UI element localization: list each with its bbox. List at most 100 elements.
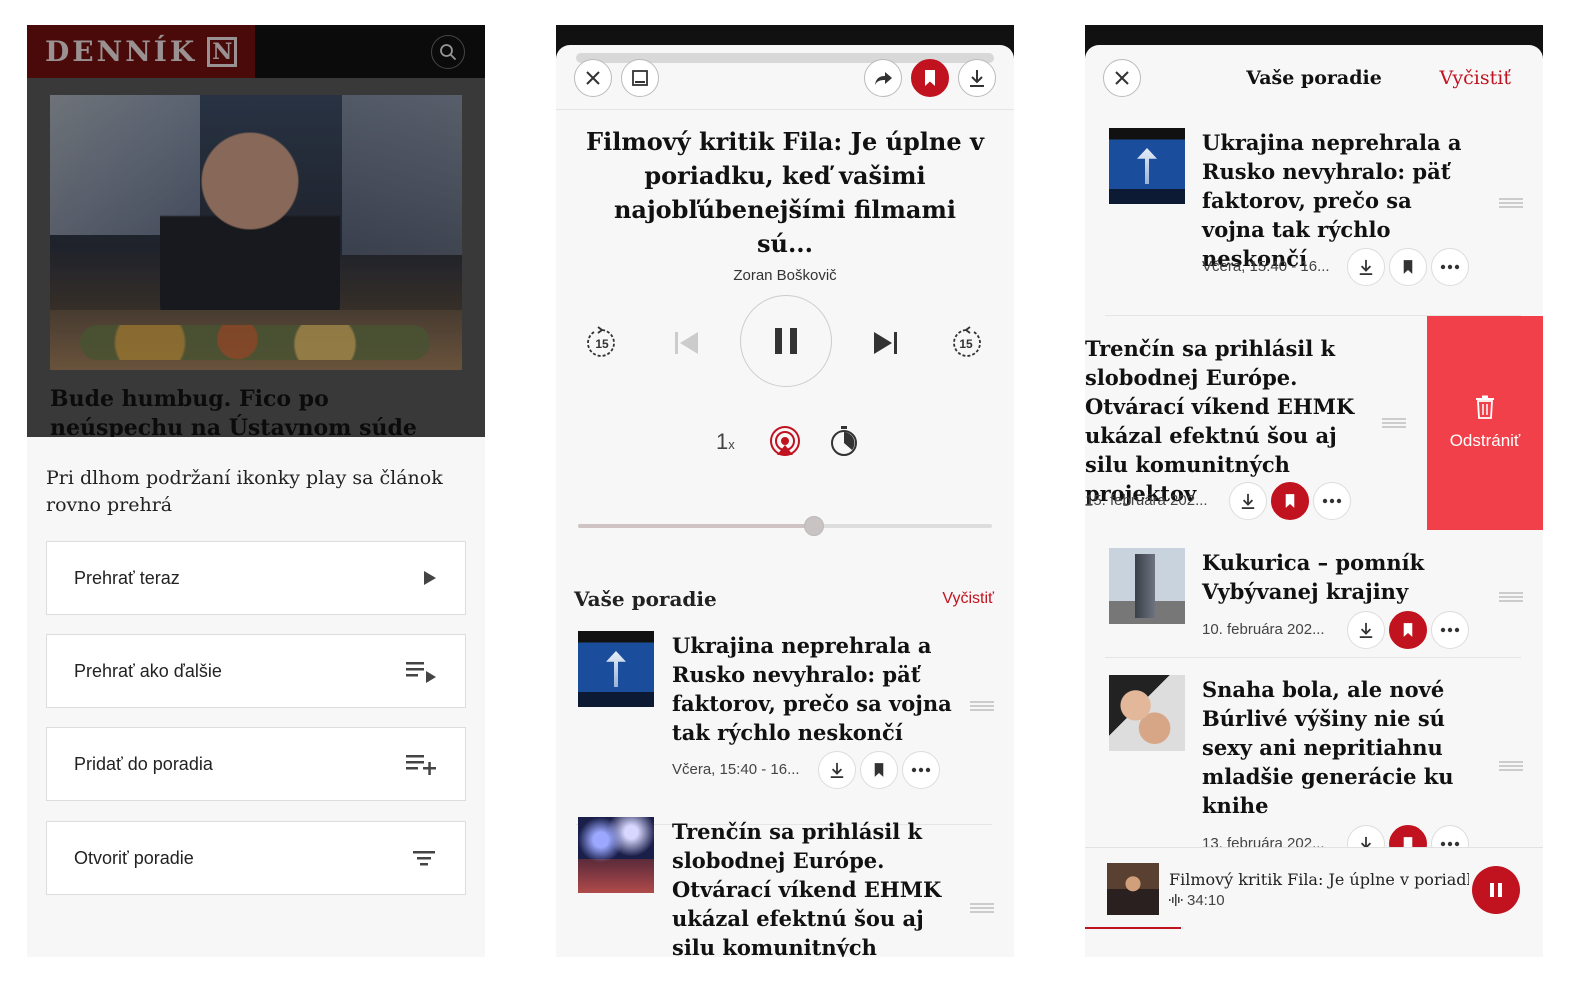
more-icon (1322, 498, 1342, 504)
download-icon (1359, 259, 1373, 275)
item-download-button[interactable] (1347, 611, 1385, 649)
download-icon (1241, 493, 1255, 509)
item-title: Snaha bola, ale nové Búrlivé výšiny nie … (1202, 677, 1454, 818)
play-next-icon (406, 662, 436, 683)
forward-15-icon: 15 (953, 326, 981, 357)
previous-button[interactable] (668, 325, 704, 361)
more-icon (1440, 627, 1460, 633)
timer-icon (831, 426, 857, 456)
speed-value: 1 (716, 429, 729, 454)
item-bookmark-button[interactable] (1389, 611, 1427, 649)
item-divider (1105, 657, 1521, 658)
item-bookmark-button[interactable] (860, 751, 898, 789)
share-button[interactable] (864, 59, 902, 97)
queue-icon (413, 851, 435, 866)
drag-handle-icon[interactable] (970, 701, 994, 711)
queue-heading: Vaše poradie (574, 587, 717, 611)
item-bookmark-button[interactable] (1271, 482, 1309, 520)
player-panel: Filmový kritik Fila: Je úplne v poriadku… (556, 45, 1014, 957)
close-icon (586, 71, 600, 85)
pause-icon (1490, 883, 1502, 897)
item-title: Trenčín sa prihlásil k slobodnej Európe.… (672, 819, 942, 957)
player-screen: Filmový kritik Fila: Je úplne v poriadku… (556, 25, 1014, 957)
download-button[interactable] (958, 59, 996, 97)
toolbar-divider (556, 109, 1014, 110)
item-title: Kukurica – pomník Vybývanej krajiny (1202, 550, 1425, 604)
item-meta: Včera, 15:40 - 16... (1202, 258, 1330, 275)
speed-button[interactable]: 1x (716, 429, 735, 455)
pause-button[interactable] (740, 295, 832, 387)
item-meta: Včera, 15:40 - 16... (672, 761, 800, 778)
item-meta: 10. februára 202... (1202, 621, 1325, 638)
option-label: Otvoriť poradie (74, 847, 194, 868)
item-thumbnail (1109, 548, 1185, 624)
bookmark-icon (1285, 494, 1295, 508)
item-more-button[interactable] (1431, 611, 1469, 649)
close-button[interactable] (574, 59, 612, 97)
minimize-icon (632, 70, 648, 86)
option-label: Prehrať teraz (74, 567, 180, 588)
add-to-queue-option[interactable]: Pridať do poradia (46, 727, 466, 801)
mini-player-title: Filmový kritik Fila: Je úplne v poriadk.… (1169, 870, 1469, 889)
article-screen: Bude humbug. Fico po neúspechu na Ústavn… (27, 25, 485, 957)
bookmark-icon (925, 70, 935, 86)
item-more-button[interactable] (902, 751, 940, 789)
drag-handle-icon[interactable] (1499, 592, 1523, 602)
remove-button[interactable]: Odstrániť (1427, 316, 1543, 530)
minimize-button[interactable] (621, 59, 659, 97)
sheet-hint: Pri dlhom podržaní ikonky play sa článok… (46, 467, 443, 516)
episode-title: Filmový kritik Fila: Je úplne v poriadku… (586, 127, 984, 258)
pause-icon (775, 328, 797, 354)
next-button[interactable] (868, 325, 904, 361)
mini-player[interactable]: Filmový kritik Fila: Je úplne v poriadk.… (1085, 847, 1543, 929)
drag-handle-icon[interactable] (1499, 761, 1523, 771)
mini-player-pause-button[interactable] (1472, 866, 1520, 914)
airplay-button[interactable] (767, 423, 803, 459)
more-icon (1440, 264, 1460, 270)
skip-back-button[interactable]: 15 (582, 323, 622, 363)
item-bookmark-button[interactable] (1389, 248, 1427, 286)
queue-clear-button[interactable]: Vyčistiť (942, 590, 994, 608)
item-thumbnail (578, 631, 654, 707)
skip-forward-label: 15 (959, 337, 973, 351)
play-next-option[interactable]: Prehrať ako ďalšie (46, 634, 466, 708)
speed-suffix: x (728, 437, 735, 452)
waveform-icon (1169, 894, 1183, 906)
option-label: Pridať do poradia (74, 753, 213, 774)
play-now-option[interactable]: Prehrať teraz (46, 541, 466, 615)
item-download-button[interactable] (818, 751, 856, 789)
download-icon (970, 70, 984, 87)
mini-player-time-value: 34:10 (1187, 892, 1225, 909)
more-icon (911, 767, 931, 773)
sleep-timer-button[interactable] (826, 423, 862, 459)
skip-forward-button[interactable]: 15 (946, 323, 986, 363)
queue-clear-button[interactable]: Vyčistiť (1439, 67, 1511, 89)
add-queue-icon (406, 755, 436, 775)
mini-player-time: 34:10 (1169, 892, 1225, 909)
queue-panel: Vaše poradie Vyčistiť Ukrajina neprehral… (1085, 45, 1543, 957)
bookmark-icon (1403, 623, 1413, 637)
bookmark-icon (874, 763, 884, 777)
drag-handle-icon[interactable] (1499, 198, 1523, 208)
mini-player-progress (1085, 927, 1182, 929)
mini-player-thumbnail (1107, 863, 1159, 915)
drag-handle-icon[interactable] (970, 903, 994, 913)
skip-back-label: 15 (595, 337, 609, 351)
bookmark-button[interactable] (911, 59, 949, 97)
item-download-button[interactable] (1347, 248, 1385, 286)
playback-progress[interactable] (578, 516, 992, 536)
episode-author: Zoran Boškovič (733, 267, 837, 284)
progress-knob[interactable] (803, 516, 824, 536)
item-more-button[interactable] (1431, 248, 1469, 286)
dim-overlay[interactable] (27, 25, 485, 437)
airplay-icon (770, 426, 800, 456)
bookmark-icon (1403, 260, 1413, 274)
item-meta: 15. februára 202... (1085, 492, 1208, 509)
item-title: Ukrajina neprehrala a Rusko nevyhralo: p… (1202, 130, 1462, 271)
item-download-button[interactable] (1229, 482, 1267, 520)
queue-screen: Vaše poradie Vyčistiť Ukrajina neprehral… (1085, 25, 1543, 957)
next-icon (874, 332, 897, 354)
drag-handle-icon[interactable] (1382, 418, 1406, 428)
item-more-button[interactable] (1313, 482, 1351, 520)
open-queue-option[interactable]: Otvoriť poradie (46, 821, 466, 895)
